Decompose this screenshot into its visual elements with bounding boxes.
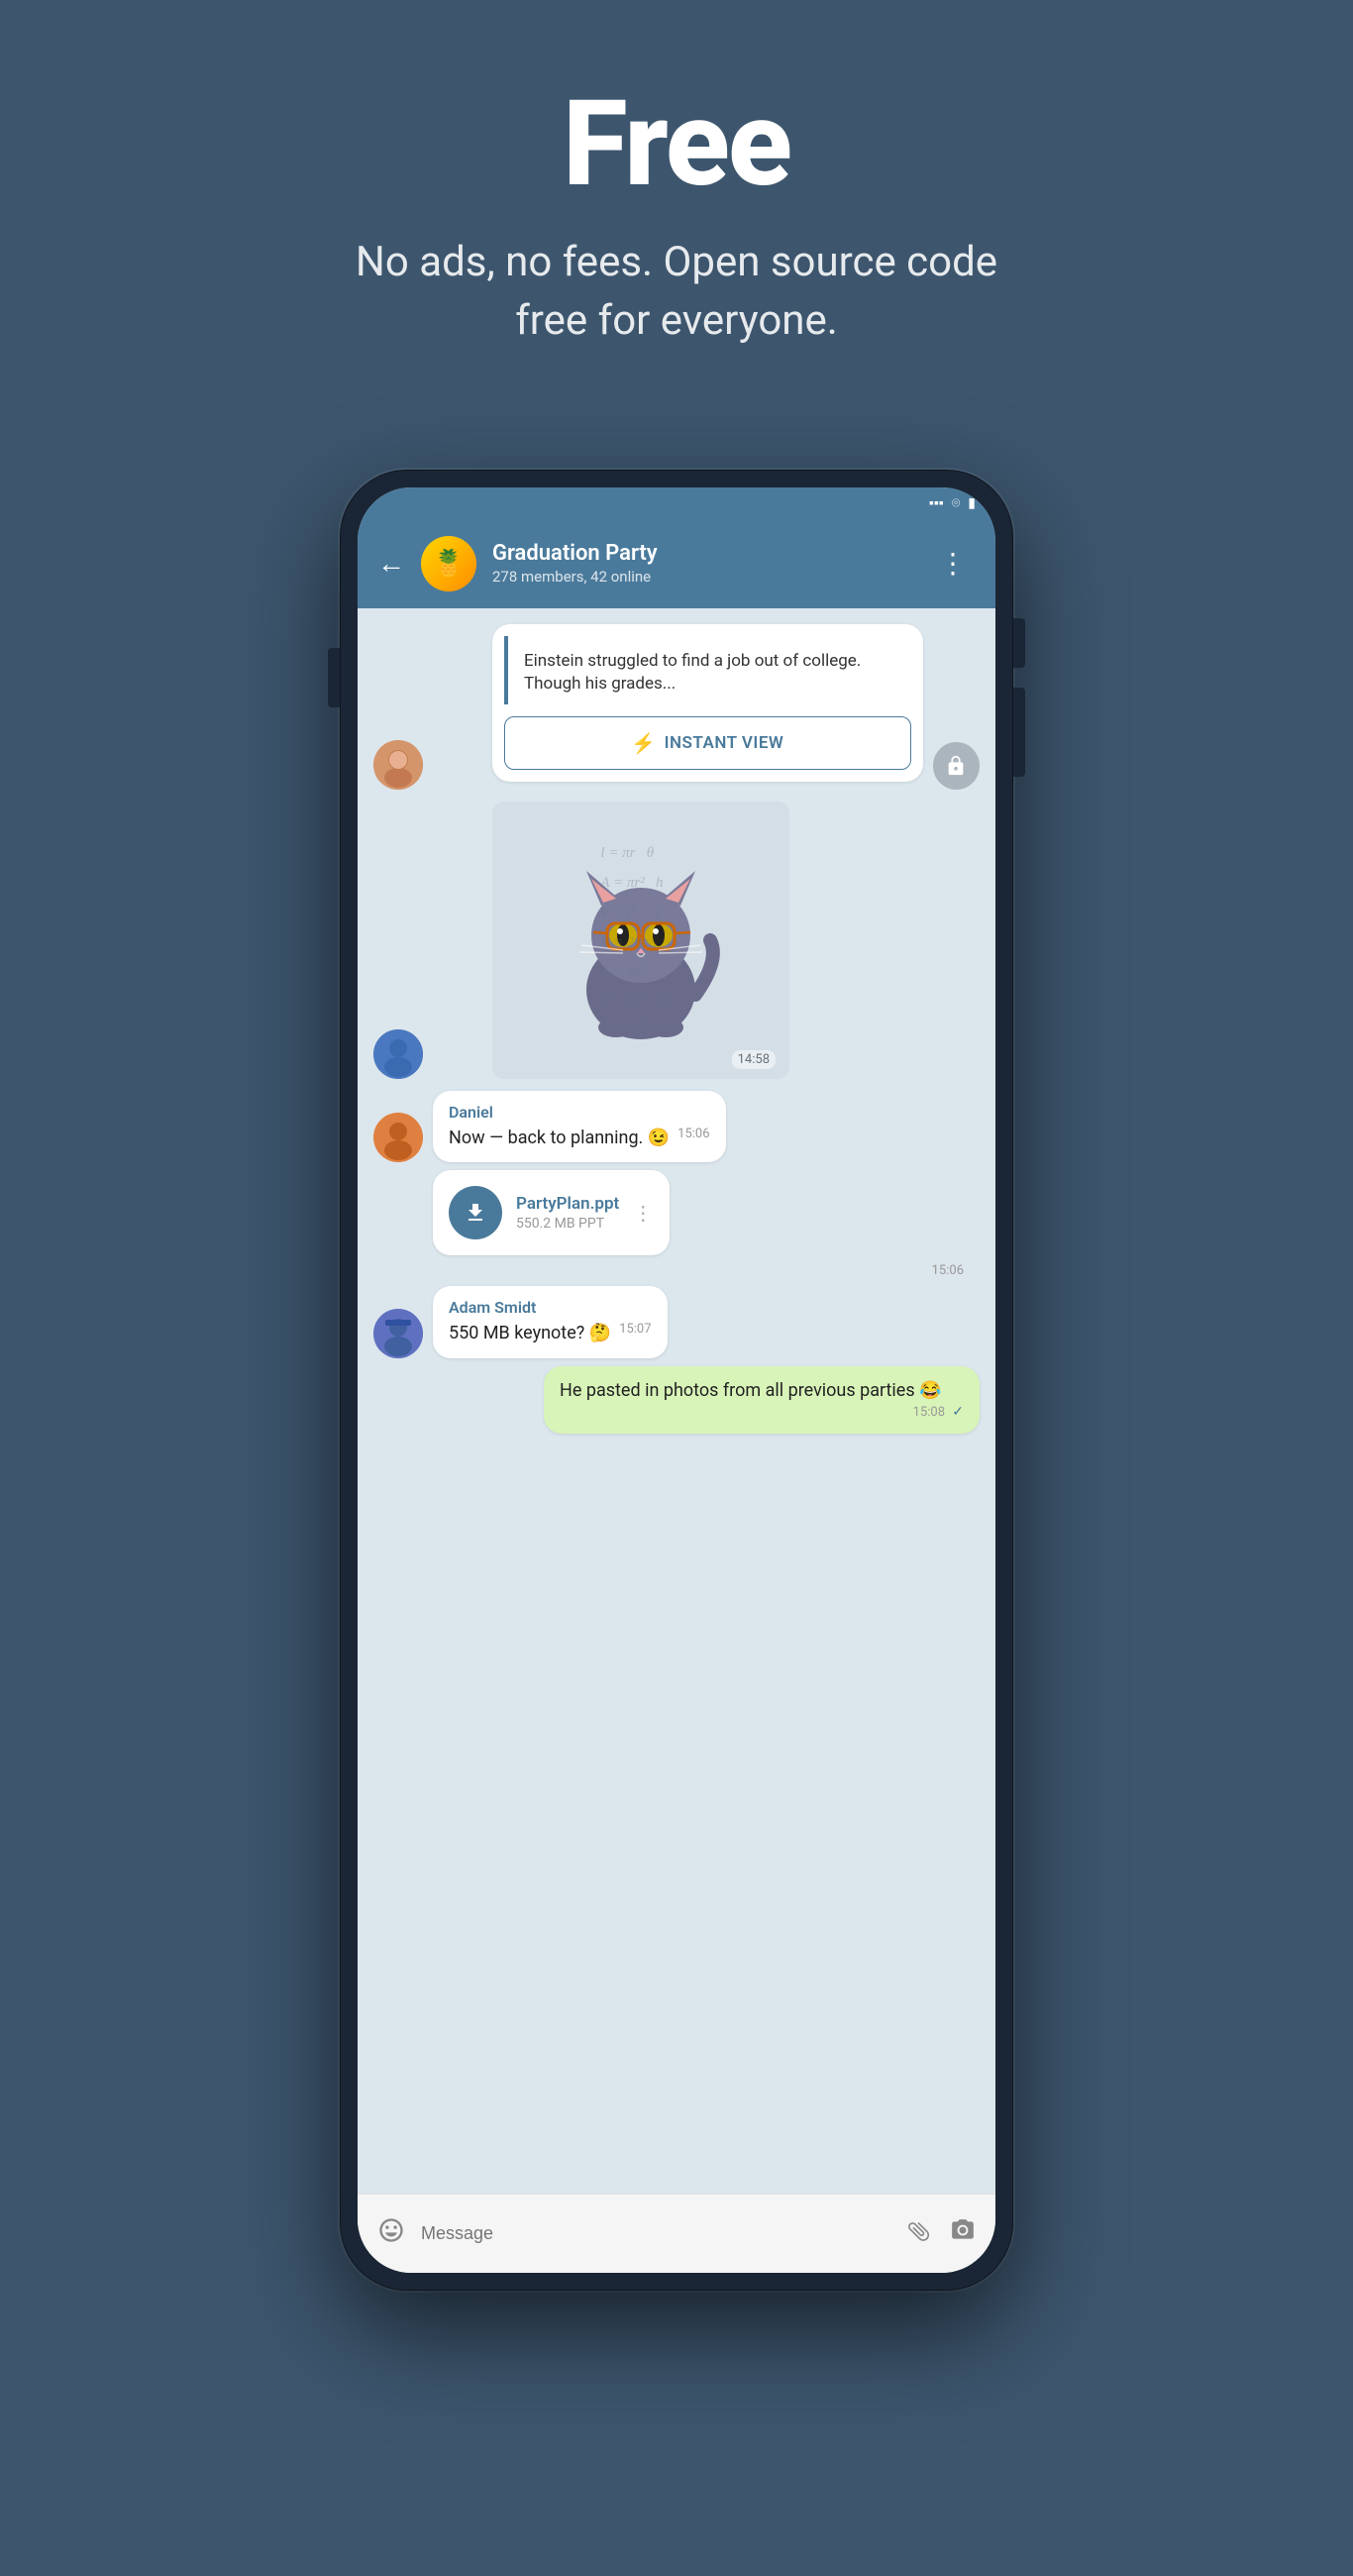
adam-message-text: 550 MB keynote? 🤔 15:07	[449, 1321, 652, 1345]
sticker-message-row: l = πr θ A = πr² h V = l³ s P = 2πr A = …	[373, 802, 980, 1079]
message-input-field[interactable]	[421, 2223, 892, 2244]
self-text-bubble: He pasted in photos from all previous pa…	[544, 1366, 980, 1435]
file-menu-button[interactable]: ⋮	[633, 1201, 654, 1225]
chat-body: Einstein struggled to find a job out of …	[358, 608, 995, 2194]
file-download-button[interactable]	[449, 1186, 502, 1239]
signal-icon: ▪▪▪	[929, 494, 944, 511]
sticker-area: l = πr θ A = πr² h V = l³ s P = 2πr A = …	[492, 802, 789, 1079]
daniel-avatar	[373, 1113, 423, 1162]
sender-avatar-woman	[373, 740, 423, 790]
volume-buttons	[1013, 688, 1025, 777]
file-bubble: PartyPlan.ppt 550.2 MB PPT ⋮	[433, 1170, 670, 1255]
daniel-bubble: Daniel Now — back to planning. 😉 15:06	[433, 1091, 726, 1162]
adam-message-row: Adam Smidt 550 MB keynote? 🤔 15:07	[373, 1286, 980, 1357]
daniel-text-content: Now — back to planning. 😉	[449, 1127, 670, 1148]
chat-header: ← 🍍 Graduation Party 278 members, 42 onl…	[358, 519, 995, 608]
file-size: 550.2 MB PPT	[516, 1216, 619, 1232]
bolt-icon: ⚡	[631, 731, 656, 755]
phone-outer-shell: ▪▪▪ ⌾ ▮ ← 🍍 Graduation Party 278 members…	[340, 470, 1013, 2291]
adam-text-bubble: Adam Smidt 550 MB keynote? 🤔 15:07	[433, 1286, 668, 1357]
adam-text-content: 550 MB keynote? 🤔	[449, 1323, 611, 1343]
article-message: Einstein struggled to find a job out of …	[373, 624, 980, 791]
article-bubble: Einstein struggled to find a job out of …	[492, 624, 923, 783]
sticker-time: 14:58	[732, 1050, 776, 1069]
sender-avatar-man1	[373, 1029, 423, 1079]
hero-subtitle: No ads, no fees. Open source code free f…	[330, 234, 1023, 351]
phone-screen: ▪▪▪ ⌾ ▮ ← 🍍 Graduation Party 278 members…	[358, 487, 995, 2273]
instant-view-label: INSTANT VIEW	[665, 733, 784, 753]
instant-view-button[interactable]: ⚡ INSTANT VIEW	[504, 716, 911, 770]
battery-icon: ▮	[968, 495, 976, 511]
daniel-text-bubble: Daniel Now — back to planning. 😉 15:06	[433, 1091, 726, 1162]
hero-section: Free No ads, no fees. Open source code f…	[0, 0, 1353, 410]
self-text-content: He pasted in photos from all previous pa…	[560, 1380, 942, 1401]
math-formulas-bg: l = πr θ A = πr² h V = l³ s P = 2πr A = …	[492, 802, 789, 1079]
volume-button	[328, 648, 340, 707]
article-text-area: Einstein struggled to find a job out of …	[504, 636, 911, 705]
camera-button[interactable]	[950, 2217, 976, 2250]
hero-title: Free	[563, 79, 790, 210]
sticker-background: l = πr θ A = πr² h V = l³ s P = 2πr A = …	[492, 802, 789, 1079]
adam-sender-name: Adam Smidt	[449, 1298, 652, 1317]
daniel-message-row: Daniel Now — back to planning. 😉 15:06	[373, 1091, 980, 1162]
file-message-row: PartyPlan.ppt 550.2 MB PPT ⋮	[373, 1170, 980, 1255]
daniel-message-text: Now — back to planning. 😉 15:06	[449, 1126, 710, 1150]
message-input-bar	[358, 2194, 995, 2273]
self-time-value: 15:08	[913, 1405, 945, 1420]
adam-message-time: 15:07	[619, 1321, 651, 1339]
emoji-button[interactable]	[377, 2216, 405, 2251]
self-message-row: He pasted in photos from all previous pa…	[373, 1366, 980, 1435]
self-message-time: 15:08 ✓	[913, 1403, 964, 1423]
daniel-message-time: 15:06	[677, 1126, 709, 1143]
group-members: 278 members, 42 online	[492, 568, 915, 586]
article-preview-text: Einstein struggled to find a job out of …	[524, 650, 895, 698]
self-message-text: He pasted in photos from all previous pa…	[560, 1378, 964, 1403]
group-name: Graduation Party	[492, 541, 915, 566]
share-button[interactable]	[933, 742, 980, 790]
attachment-button[interactable]	[900, 2212, 942, 2254]
wifi-icon: ⌾	[952, 495, 960, 511]
file-name: PartyPlan.ppt	[516, 1194, 619, 1214]
file-info: PartyPlan.ppt 550.2 MB PPT	[516, 1194, 619, 1232]
group-avatar-emoji: 🍍	[433, 549, 465, 579]
status-icons: ▪▪▪ ⌾ ▮	[929, 494, 976, 511]
read-receipt-icon: ✓	[952, 1404, 964, 1420]
daniel-sender-name: Daniel	[449, 1103, 710, 1122]
group-info: Graduation Party 278 members, 42 online	[492, 541, 915, 586]
header-menu-button[interactable]: ⋮	[931, 543, 976, 584]
group-avatar: 🍍	[421, 536, 476, 591]
power-button	[1013, 618, 1025, 668]
phone-mockup: ▪▪▪ ⌾ ▮ ← 🍍 Graduation Party 278 members…	[340, 470, 1013, 2291]
article-bubble-container: Einstein struggled to find a job out of …	[433, 624, 923, 791]
adam-avatar	[373, 1309, 423, 1358]
back-button[interactable]: ←	[377, 547, 405, 580]
status-bar: ▪▪▪ ⌾ ▮	[358, 487, 995, 519]
file-time: 15:06	[373, 1263, 980, 1278]
